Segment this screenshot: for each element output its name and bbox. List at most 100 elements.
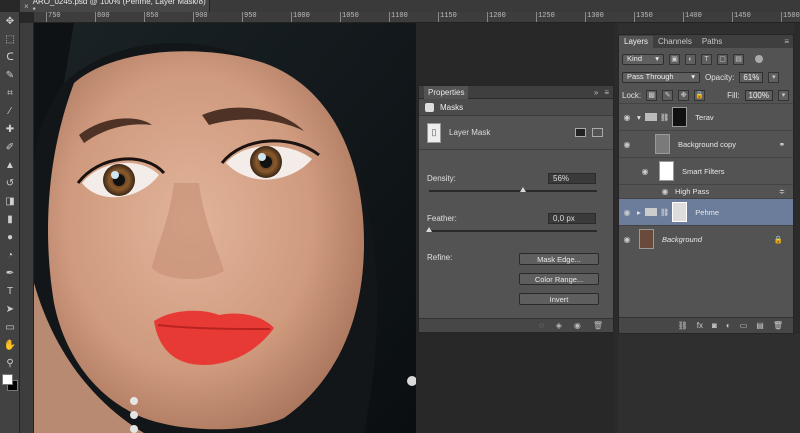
filter-mask-thumbnail[interactable]	[659, 161, 674, 181]
smart-object-thumbnail[interactable]	[655, 134, 670, 154]
masks-label: Masks	[440, 102, 464, 112]
vertical-ruler	[20, 23, 34, 433]
properties-tab[interactable]: Properties	[424, 85, 469, 99]
layer-row-background-copy[interactable]: ◉ Background copy ⚭	[619, 130, 793, 157]
lock-all-icon[interactable]: 🔒	[694, 89, 706, 101]
vector-mask-icon[interactable]	[592, 128, 603, 137]
layer-filter-row: Kind ▾ ▣ ◐ T ▢ ▤	[619, 50, 793, 68]
density-field[interactable]: 56%	[548, 173, 596, 184]
pen-icon[interactable]: ✒	[0, 264, 20, 282]
visibility-eye-icon[interactable]: ◉	[619, 140, 635, 149]
color-swatches[interactable]	[0, 372, 19, 396]
add-mask-icon[interactable]: ◙	[712, 321, 717, 330]
hand-icon[interactable]: ✋	[0, 336, 20, 354]
layer-row-high-pass[interactable]: ◉ High Pass ≑	[619, 184, 793, 198]
background-thumbnail[interactable]	[639, 229, 654, 249]
layer-row-smart-filters[interactable]: ◉ Smart Filters	[619, 157, 793, 184]
quick-select-icon[interactable]: ✎	[0, 66, 20, 84]
filter-toggle-icon[interactable]	[755, 55, 763, 63]
clone-stamp-icon[interactable]: ▲	[0, 156, 20, 174]
marquee-icon[interactable]: ⬚	[0, 30, 20, 48]
foreground-color-swatch[interactable]	[2, 374, 13, 385]
brush-icon[interactable]: ✐	[0, 138, 20, 156]
expand-arrow-icon[interactable]: ▸	[637, 208, 641, 217]
lasso-icon[interactable]: ᑕ	[0, 48, 20, 66]
type-filter-icon[interactable]: T	[701, 53, 712, 65]
filter-kind-select[interactable]: Kind ▾	[622, 53, 664, 65]
visibility-eye-icon[interactable]: ◉	[619, 113, 635, 122]
fill-dropdown-icon[interactable]: ▾	[778, 89, 789, 101]
dock-empty-area	[618, 334, 800, 433]
crop-icon[interactable]: ⌗	[0, 84, 20, 102]
shape-icon[interactable]: ▭	[0, 318, 20, 336]
pixel-filter-icon[interactable]: ▣	[669, 53, 680, 65]
tab-channels[interactable]: Channels	[653, 36, 697, 48]
document-tab[interactable]: × ARO_0245.psd @ 100% (Pehme, Layer Mask…	[20, 0, 210, 15]
link-icon[interactable]: ⛓	[660, 113, 670, 122]
layer-style-icon[interactable]: fx	[697, 321, 703, 330]
density-slider[interactable]	[429, 187, 597, 192]
tab-layers[interactable]: Layers	[619, 36, 654, 48]
density-slider-thumb[interactable]	[520, 187, 527, 192]
dodge-icon[interactable]: ◔	[0, 246, 20, 264]
move-icon[interactable]: ✥	[0, 12, 20, 30]
link-icon[interactable]: ⛓	[660, 208, 670, 217]
filter-options-icon[interactable]: ≑	[779, 187, 785, 196]
shape-filter-icon[interactable]: ▢	[717, 53, 728, 65]
path-select-icon[interactable]: ➤	[0, 300, 20, 318]
eyedropper-icon[interactable]: ⁄	[0, 102, 20, 120]
feather-slider-thumb[interactable]	[426, 227, 432, 232]
lock-transparent-icon[interactable]: ▩	[646, 89, 658, 101]
visibility-eye-icon[interactable]: ◉	[657, 187, 673, 196]
layer-row-terav[interactable]: ◉ ▾ ⛓ Terav	[619, 103, 793, 130]
new-layer-icon[interactable]: ▤	[756, 321, 764, 330]
disable-mask-icon[interactable]: ◉	[574, 321, 581, 330]
mask-edge-button[interactable]: Mask Edge...	[519, 253, 599, 265]
ruler-tick-label: 1500	[781, 12, 800, 22]
panel-menu-icon[interactable]: ≡	[604, 88, 609, 97]
document-canvas[interactable]	[34, 23, 416, 433]
feather-field[interactable]: 0,0 px	[548, 213, 596, 224]
ruler-tick-label: 1300	[585, 12, 604, 22]
load-selection-icon[interactable]: ◌	[539, 321, 544, 330]
link-layers-icon[interactable]: ⛓	[678, 321, 688, 330]
lock-image-icon[interactable]: ✎	[662, 89, 674, 101]
collapse-panel-icon[interactable]: »	[594, 88, 598, 97]
adjustment-layer-icon[interactable]: ◐	[726, 321, 731, 330]
gradient-icon[interactable]: ▮	[0, 210, 20, 228]
apply-mask-icon[interactable]: ◈	[556, 321, 562, 330]
visibility-eye-icon[interactable]: ◉	[619, 208, 635, 217]
blur-icon[interactable]: ●	[0, 228, 20, 246]
opacity-dropdown-icon[interactable]: ▾	[768, 71, 780, 83]
layer-mask-thumbnail[interactable]	[672, 202, 688, 222]
layer-mask-thumbnail[interactable]	[672, 107, 688, 127]
lock-position-icon[interactable]: ✥	[678, 89, 690, 101]
layer-row-background[interactable]: ◉ Background 🔒	[619, 225, 793, 252]
smart-object-filter-icon[interactable]: ▤	[733, 53, 744, 65]
tab-paths[interactable]: Paths	[697, 36, 727, 48]
masks-icon	[425, 102, 434, 112]
zoom-icon[interactable]: ⚲	[0, 354, 20, 372]
pixel-mask-icon[interactable]	[575, 128, 586, 137]
layer-row-pehme[interactable]: ◉ ▸ ⛓ Pehme	[619, 198, 793, 225]
healing-brush-icon[interactable]: ✚	[0, 120, 20, 138]
adjustment-filter-icon[interactable]: ◐	[685, 53, 696, 65]
blend-mode-select[interactable]: Pass Through ▾	[622, 71, 700, 83]
visibility-eye-icon[interactable]: ◉	[637, 167, 653, 176]
visibility-eye-icon[interactable]: ◉	[619, 235, 635, 244]
trash-icon[interactable]: 🗑	[593, 321, 603, 330]
color-range-button[interactable]: Color Range...	[519, 273, 599, 285]
eraser-icon[interactable]: ◨	[0, 192, 20, 210]
expand-arrow-icon[interactable]: ▾	[637, 113, 641, 122]
feather-slider[interactable]	[426, 227, 597, 232]
opacity-field[interactable]: 61%	[739, 71, 764, 83]
new-group-icon[interactable]: ▭	[740, 321, 748, 330]
layers-footer: ⛓ fx ◙ ◐ ▭ ▤ 🗑	[619, 317, 793, 333]
close-tab-icon[interactable]: ×	[24, 2, 29, 11]
type-icon[interactable]: T	[0, 282, 20, 300]
history-brush-icon[interactable]: ↺	[0, 174, 20, 192]
layers-panel-menu-icon[interactable]: ≡	[784, 36, 793, 48]
trash-icon[interactable]: 🗑	[773, 321, 783, 330]
fill-field[interactable]: 100%	[744, 89, 773, 101]
invert-button[interactable]: Invert	[519, 293, 599, 305]
